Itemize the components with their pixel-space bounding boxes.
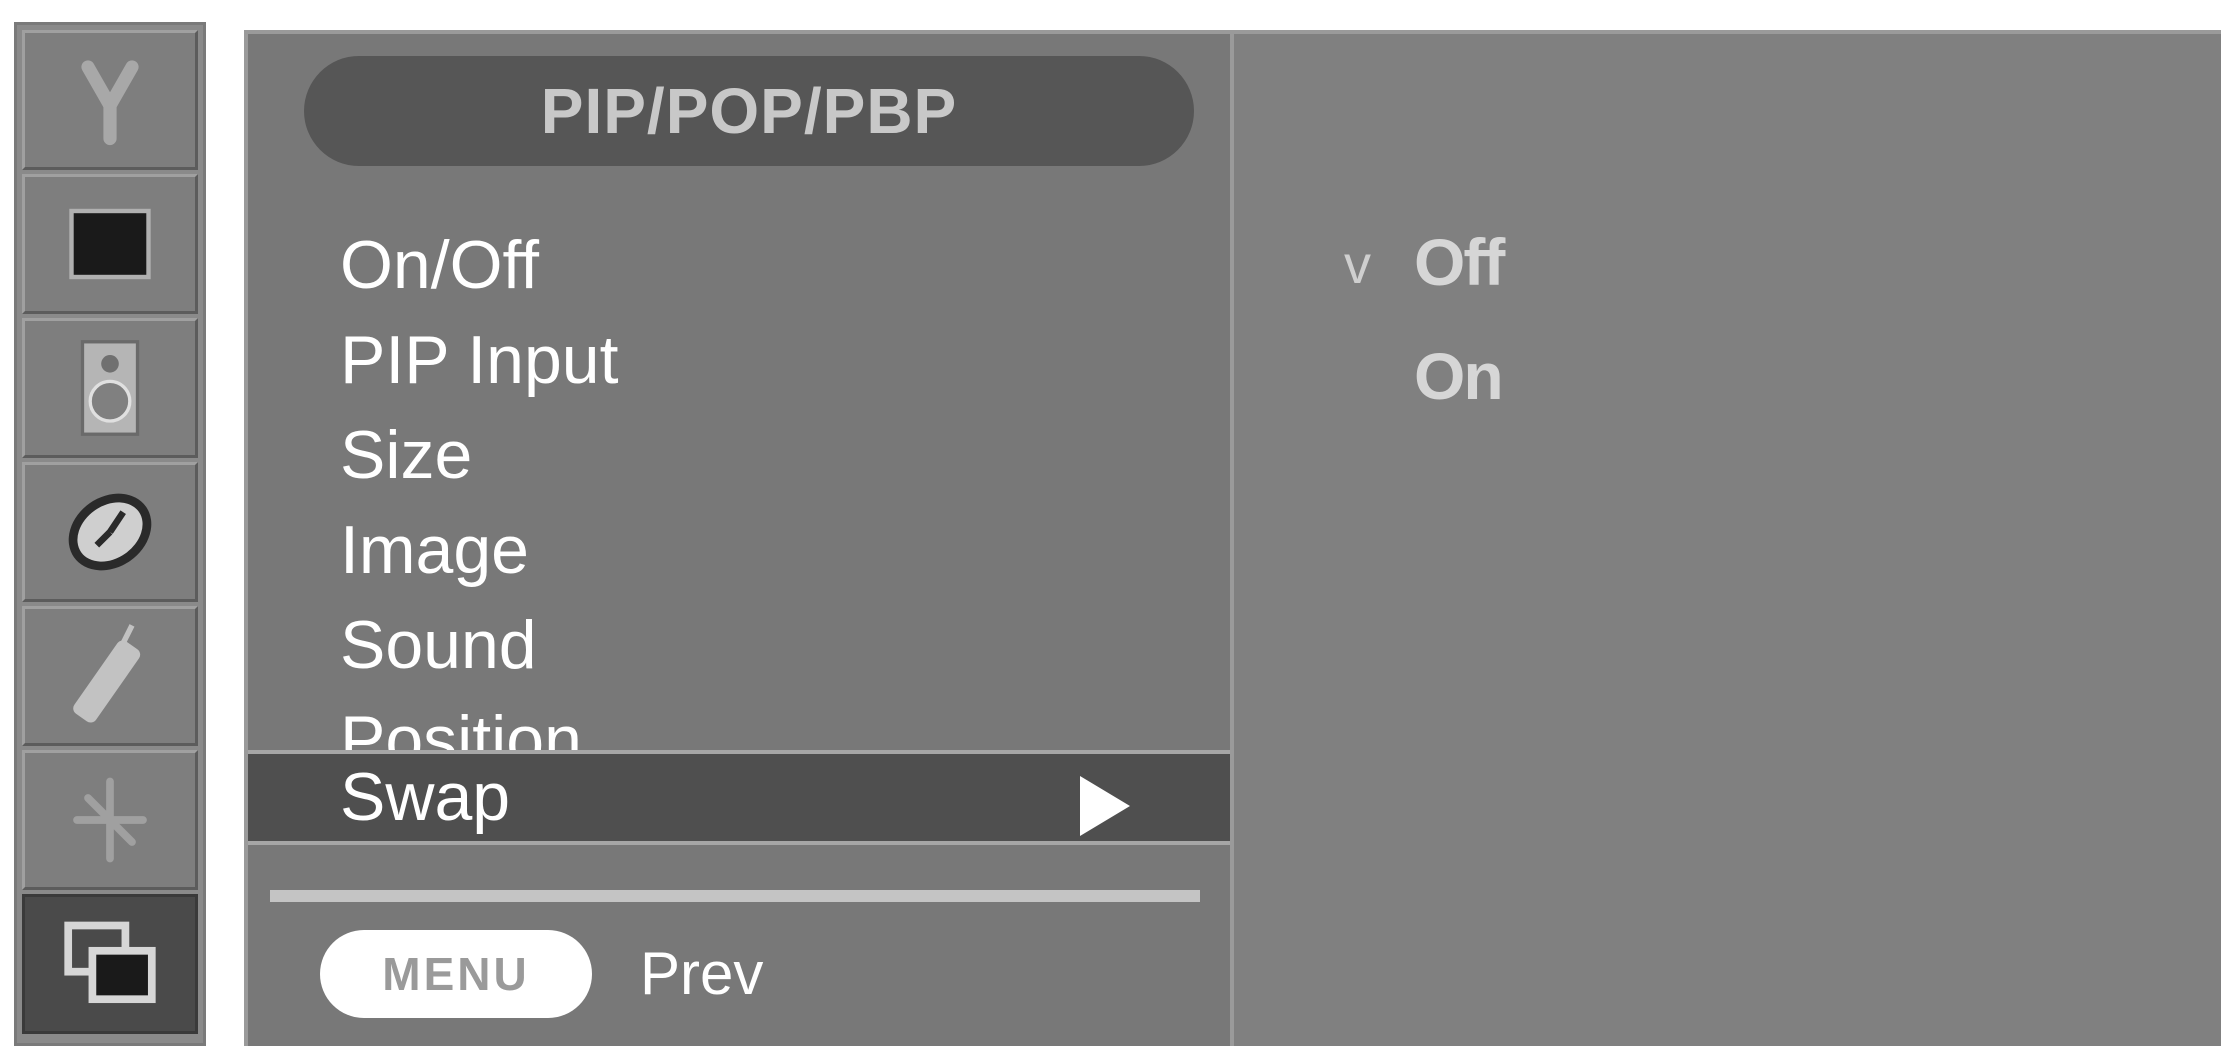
menu-item-sound[interactable]: Sound — [248, 598, 1230, 693]
menu-item-size[interactable]: Size — [248, 408, 1230, 503]
pip-menu-panel: PIP/POP/PBP On/Off PIP Input Size Image … — [244, 30, 1234, 1046]
checked-indicator: v — [1344, 235, 1371, 295]
menu-item-label: Image — [340, 512, 529, 588]
menu-button[interactable]: MENU — [320, 930, 592, 1018]
picture-icon-tab[interactable] — [22, 174, 198, 314]
time-icon — [68, 493, 152, 571]
arrow-right-icon — [1080, 776, 1130, 836]
menu-item-label: Size — [340, 417, 473, 493]
menu-item-on-off[interactable]: On/Off — [248, 218, 1230, 313]
special-icon — [73, 777, 147, 863]
pip-icon-tab[interactable] — [22, 894, 198, 1034]
picture-icon — [69, 208, 151, 280]
prev-label: Prev — [640, 940, 764, 1007]
menu-item-label: Sound — [340, 607, 537, 683]
setup-icon-tab[interactable] — [22, 30, 198, 170]
menu-item-label: PIP Input — [340, 322, 619, 398]
menu-item-label: On/Off — [340, 227, 540, 303]
setup-icon — [81, 60, 139, 146]
speaker-icon-tab[interactable] — [22, 318, 198, 458]
special-icon-tab[interactable] — [22, 750, 198, 890]
remote-icon-tab[interactable] — [22, 606, 198, 746]
speaker-icon — [80, 340, 140, 436]
menu-item-swap[interactable]: Swap — [248, 750, 1230, 845]
menu-item-pip-input[interactable]: PIP Input — [248, 313, 1230, 408]
option-on[interactable]: On — [1414, 338, 1504, 414]
option-off[interactable]: Off — [1414, 224, 1505, 300]
category-icon-bar — [14, 22, 206, 1046]
pip-icon — [64, 921, 156, 1004]
menu-title: PIP/POP/PBP — [304, 56, 1194, 166]
time-icon-tab[interactable] — [22, 462, 198, 602]
menu-item-image[interactable]: Image — [248, 503, 1230, 598]
divider — [270, 890, 1200, 902]
remote-icon — [73, 624, 141, 723]
menu-item-label: Swap — [340, 759, 511, 835]
swap-options-panel: v Off On — [1234, 30, 2221, 1046]
